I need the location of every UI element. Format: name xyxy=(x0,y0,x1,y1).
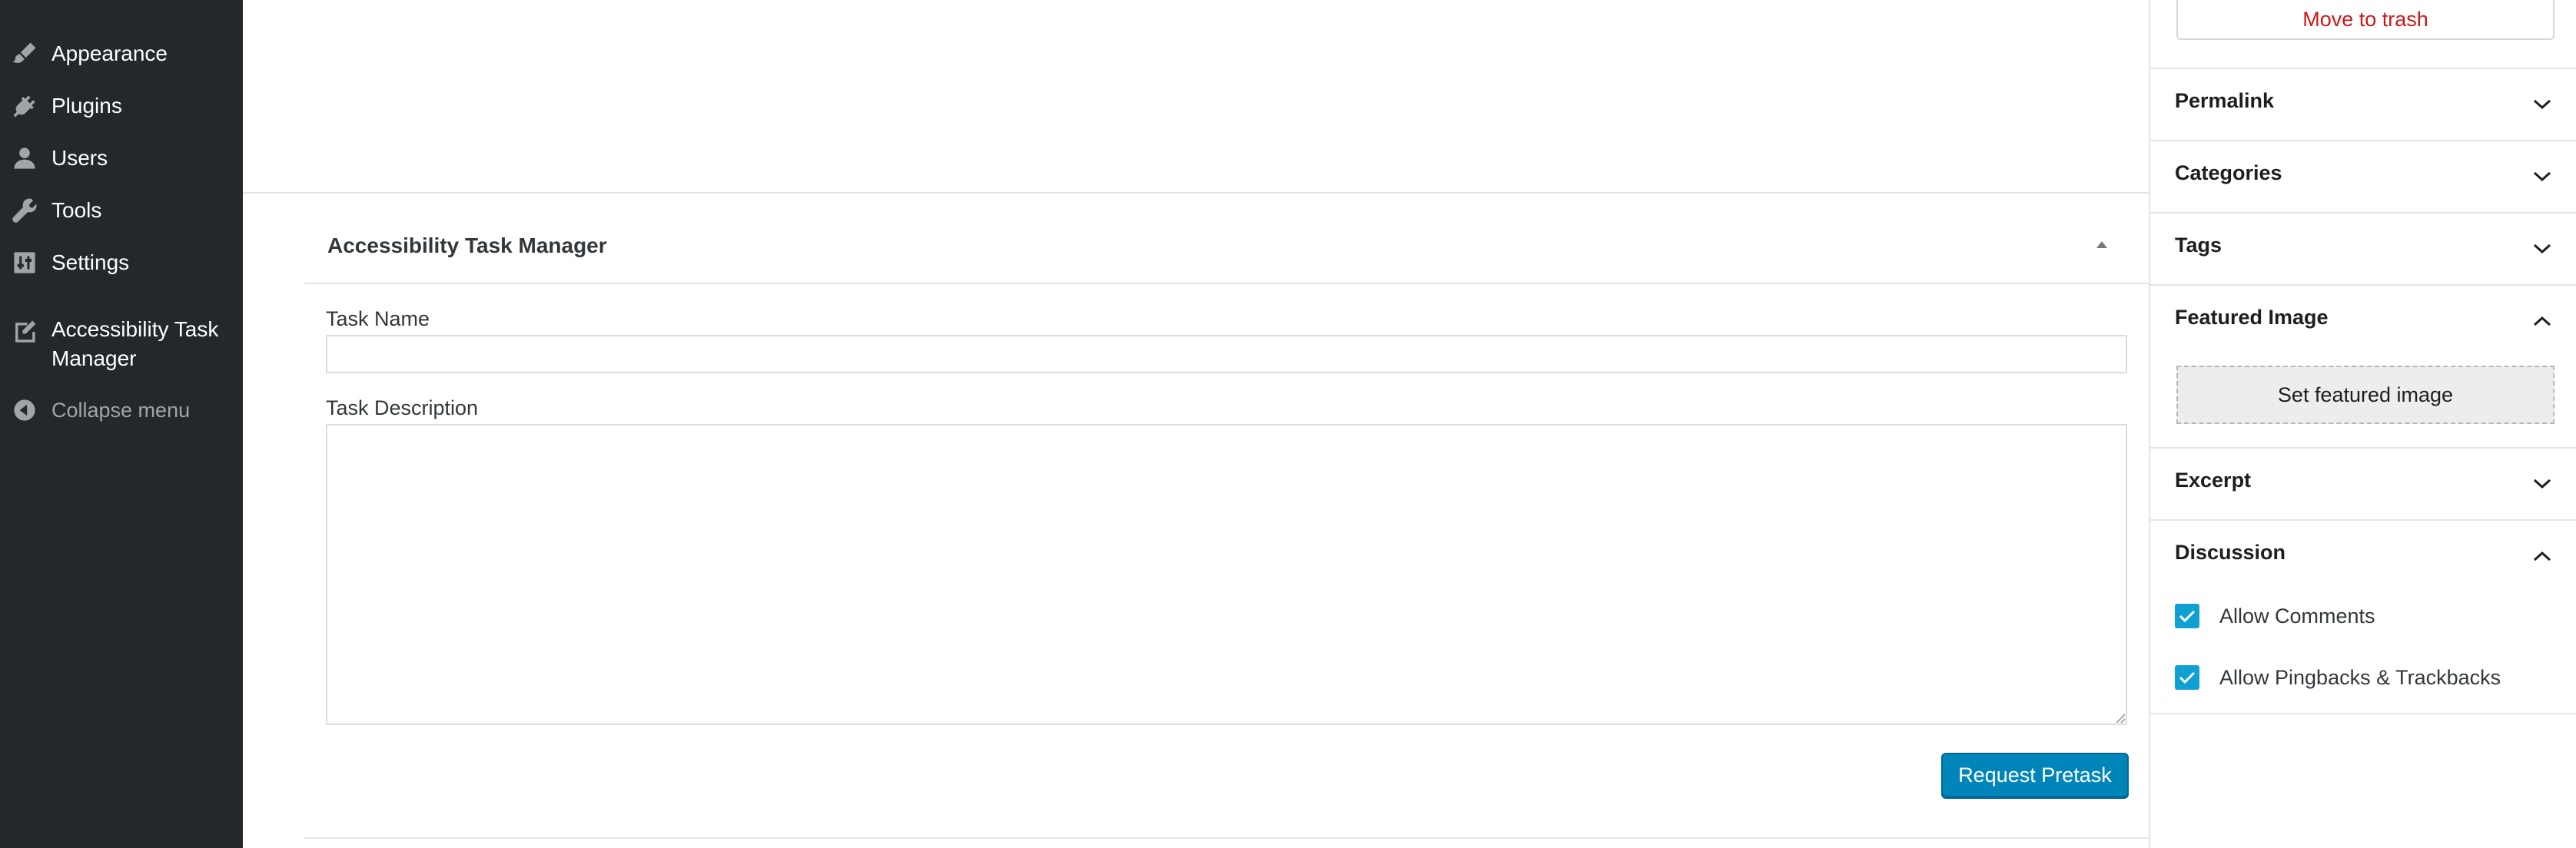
chevron-down-icon xyxy=(2528,470,2556,498)
panel-discussion-toggle[interactable]: Discussion xyxy=(2150,521,2576,591)
task-name-input[interactable] xyxy=(326,335,2127,373)
panel-categories: Categories xyxy=(2150,140,2576,212)
checkmark-icon xyxy=(2179,671,2196,684)
wrench-icon xyxy=(11,197,38,224)
metabox-collapse-toggle[interactable] xyxy=(2088,230,2116,258)
editor-main: Accessibility Task Manager Task Name Tas… xyxy=(243,0,2149,848)
move-to-trash-button[interactable]: Move to trash xyxy=(2176,0,2554,40)
menu-label-settings: Settings xyxy=(51,250,130,274)
panel-categories-toggle[interactable]: Categories xyxy=(2150,141,2576,212)
metabox-bottom-divider xyxy=(304,837,2149,839)
task-description-label: Task Description xyxy=(326,396,479,419)
resize-handle-icon[interactable] xyxy=(2113,711,2126,724)
menu-label-tools: Tools xyxy=(51,198,102,222)
allow-comments-checkbox[interactable] xyxy=(2175,604,2199,628)
panel-tags-toggle[interactable]: Tags xyxy=(2150,214,2576,284)
menu-item-users[interactable]: Users xyxy=(0,135,243,181)
paintbrush-icon xyxy=(11,40,38,68)
metabox-header-divider xyxy=(304,283,2149,284)
edit-page-icon xyxy=(11,318,38,346)
panel-featured-image-title: Featured Image xyxy=(2175,306,2329,329)
panel-excerpt: Excerpt xyxy=(2150,447,2576,519)
task-description-textarea[interactable] xyxy=(326,424,2127,725)
collapse-arrow-icon xyxy=(11,396,38,424)
menu-item-accessibility-task-manager[interactable]: Accessibility Task Manager xyxy=(0,310,243,375)
plug-icon xyxy=(11,92,38,120)
accessibility-task-manager-metabox: Accessibility Task Manager Task Name Tas… xyxy=(274,194,2149,839)
caret-up-icon xyxy=(2096,241,2107,248)
chevron-down-icon xyxy=(2528,163,2556,190)
menu-item-appearance[interactable]: Appearance xyxy=(0,31,243,77)
menu-label-users: Users xyxy=(51,146,108,170)
chevron-down-icon xyxy=(2528,91,2556,118)
panel-excerpt-toggle[interactable]: Excerpt xyxy=(2150,449,2576,519)
request-pretask-button[interactable]: Request Pretask xyxy=(1941,753,2129,797)
panel-discussion-title: Discussion xyxy=(2175,541,2286,564)
panel-featured-image: Featured Image Set featured image xyxy=(2150,284,2576,447)
collapse-menu-label: Collapse menu xyxy=(51,399,191,422)
panel-tags-title: Tags xyxy=(2175,234,2222,257)
panel-featured-image-toggle[interactable]: Featured Image xyxy=(2150,286,2576,356)
allow-pingbacks-checkbox[interactable] xyxy=(2175,665,2199,690)
document-settings-sidebar: Move to trash Permalink Categories Tags xyxy=(2149,0,2576,848)
metabox-title: Accessibility Task Manager xyxy=(327,234,607,257)
panel-permalink-title: Permalink xyxy=(2175,89,2275,112)
menu-item-tools[interactable]: Tools xyxy=(0,187,243,234)
user-icon xyxy=(11,144,38,172)
sliders-icon xyxy=(11,249,38,277)
admin-sidebar: Appearance Plugins Users Tools Settings xyxy=(0,0,243,848)
chevron-down-icon xyxy=(2528,235,2556,263)
allow-pingbacks-label: Allow Pingbacks & Trackbacks xyxy=(2219,665,2501,689)
allow-comments-label: Allow Comments xyxy=(2219,604,2375,628)
menu-label-appearance: Appearance xyxy=(51,41,168,65)
menu-item-settings[interactable]: Settings xyxy=(0,240,243,286)
allow-pingbacks-option[interactable]: Allow Pingbacks & Trackbacks xyxy=(2175,662,2501,693)
panel-permalink-toggle[interactable]: Permalink xyxy=(2150,69,2576,140)
settings-bottom-divider xyxy=(2150,713,2576,714)
panel-excerpt-title: Excerpt xyxy=(2175,469,2252,492)
panel-permalink: Permalink xyxy=(2150,68,2576,140)
menu-label-accessibility-task-manager: Accessibility Task Manager xyxy=(51,317,219,370)
set-featured-image-button[interactable]: Set featured image xyxy=(2176,366,2554,424)
checkmark-icon xyxy=(2179,610,2196,623)
editor-screen: Appearance Plugins Users Tools Settings xyxy=(0,0,2576,848)
task-name-label: Task Name xyxy=(326,307,430,330)
allow-comments-option[interactable]: Allow Comments xyxy=(2175,601,2375,631)
menu-item-plugins[interactable]: Plugins xyxy=(0,83,243,129)
chevron-up-icon xyxy=(2528,542,2556,570)
panel-tags: Tags xyxy=(2150,212,2576,284)
chevron-up-icon xyxy=(2528,307,2556,335)
panel-discussion: Discussion Allow Comments Allow Pingback… xyxy=(2150,519,2576,713)
menu-label-plugins: Plugins xyxy=(51,94,122,118)
panel-categories-title: Categories xyxy=(2175,161,2282,184)
collapse-menu-button[interactable]: Collapse menu xyxy=(0,387,243,433)
